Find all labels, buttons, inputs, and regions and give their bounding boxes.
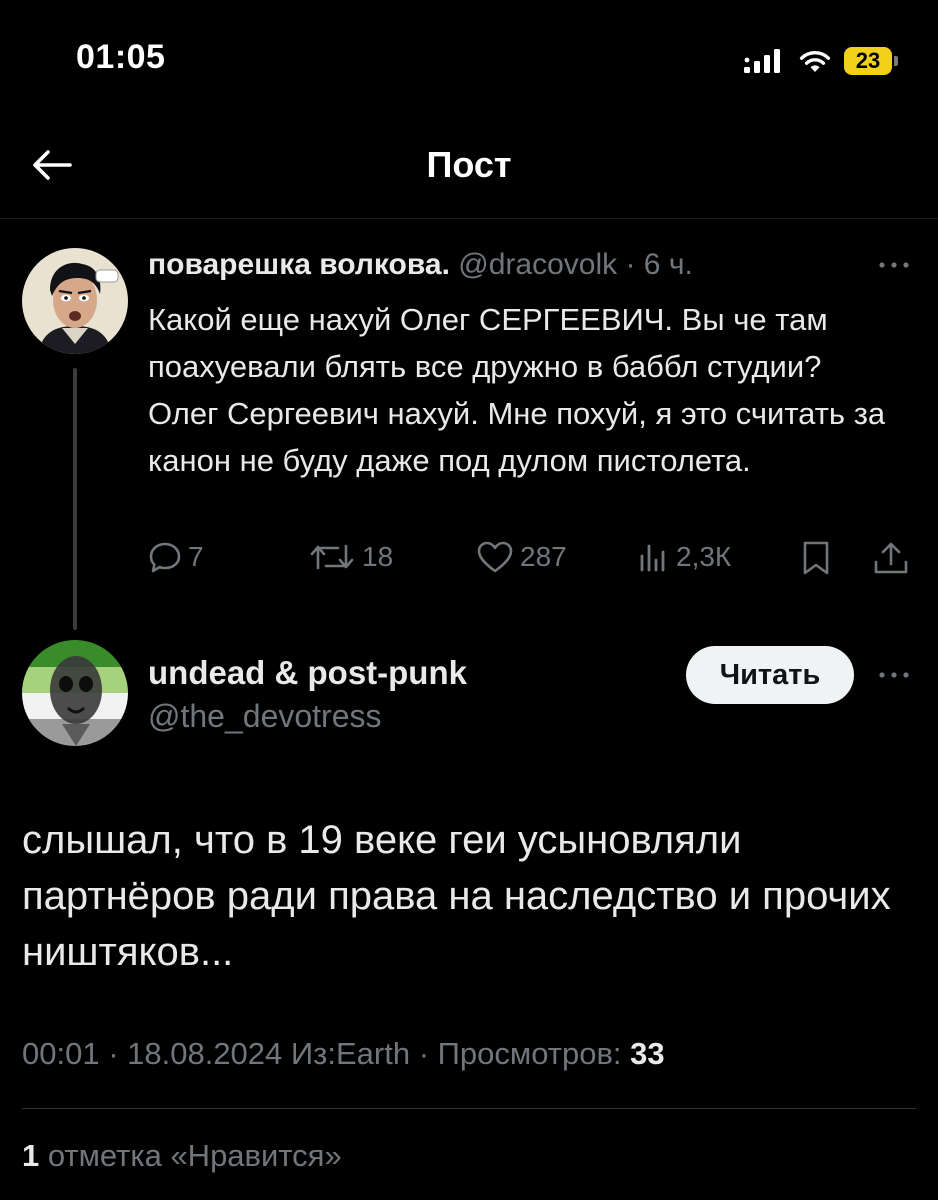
quoted-tweet-text: Какой еще нахуй Олег СЕРГЕЕВИЧ. Вы че та…	[148, 302, 886, 478]
retweet-count: 18	[362, 541, 394, 572]
battery-level: 23	[844, 47, 892, 75]
reply-button[interactable]: 7	[148, 540, 204, 574]
battery-cap	[894, 56, 898, 66]
more-options-icon[interactable]	[876, 258, 912, 272]
more-options-icon[interactable]	[876, 668, 912, 682]
page-title: Пост	[426, 144, 512, 185]
display-name[interactable]: поварешка волкова.	[148, 248, 450, 281]
reply-count: 7	[188, 541, 204, 572]
header: Пост	[0, 120, 938, 218]
reply-icon	[149, 542, 181, 573]
wifi-icon	[799, 51, 831, 72]
views-chart-icon	[640, 544, 665, 572]
views-count: 33	[630, 1036, 665, 1071]
quoted-tweet-header: поварешка волкова. @dracovolk · 6 ч.	[148, 248, 693, 282]
avatar[interactable]	[22, 248, 128, 354]
bookmark-icon	[803, 541, 829, 575]
status-icons: 23	[742, 44, 898, 78]
follow-button[interactable]: Читать	[686, 646, 854, 704]
signal-icon	[744, 49, 780, 73]
views-button[interactable]: 2,3К	[636, 540, 731, 574]
like-button[interactable]: 287	[476, 540, 567, 574]
battery-icon: 23	[844, 47, 898, 75]
tweet-meta-text: 00:01 · 18.08.2024 Из:Earth · Просмотров…	[22, 1036, 631, 1071]
tweet-time: · 6 ч.	[625, 248, 693, 281]
handle[interactable]: @the_devotress	[148, 698, 382, 735]
bookmark-button[interactable]	[800, 540, 832, 576]
main-tweet-text: слышал, что в 19 веке геи усыновляли пар…	[22, 818, 891, 974]
share-button[interactable]	[872, 540, 910, 576]
header-divider	[0, 218, 938, 219]
retweet-icon	[310, 544, 354, 570]
likes-count: 1	[22, 1138, 40, 1173]
handle[interactable]: @dracovolk	[458, 248, 617, 281]
divider	[22, 1108, 916, 1109]
avatar-image	[22, 640, 128, 746]
heart-icon	[477, 541, 513, 573]
like-count: 287	[520, 541, 567, 572]
thread-line	[73, 368, 77, 630]
views-count: 2,3К	[676, 541, 732, 572]
likes-label: отметка «Нравится»	[39, 1138, 342, 1173]
avatar[interactable]	[22, 640, 128, 746]
status-time: 01:05	[76, 38, 166, 76]
retweet-button[interactable]: 18	[308, 540, 393, 574]
tweet-meta: 00:01 · 18.08.2024 Из:Earth · Просмотров…	[22, 1036, 665, 1072]
display-name[interactable]: undead & post-punk	[148, 654, 467, 692]
avatar-image	[22, 248, 128, 354]
share-icon	[874, 542, 908, 574]
status-bar: 01:05 23	[0, 0, 938, 120]
likes-row[interactable]: 1 отметка «Нравится»	[22, 1138, 342, 1174]
